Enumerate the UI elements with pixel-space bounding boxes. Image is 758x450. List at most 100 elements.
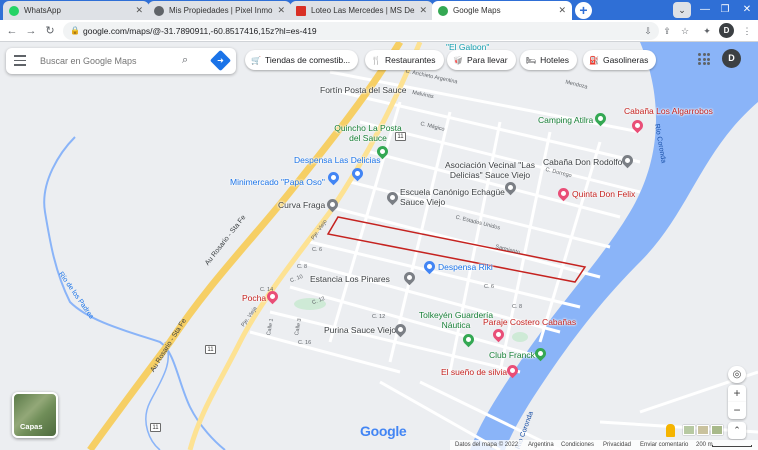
takeout-icon: 🥡 [453,55,463,65]
pegman-icon[interactable] [666,424,675,437]
chip-label: Hoteles [540,55,569,65]
forward-icon[interactable]: → [23,23,39,39]
place-label[interactable]: Cabaña Los Algarrobos [624,106,713,116]
kebab-menu-icon[interactable]: ⋮ [740,24,754,38]
tab-search-icon[interactable]: ⌄ [673,2,691,18]
street-label: C. 8 [512,304,523,310]
place-label[interactable]: El sueño de silvia [441,367,507,377]
close-window-icon[interactable]: ✕ [738,2,756,17]
privacy-link[interactable]: Privacidad [603,442,631,448]
tab-title: Mis Propiedades | Pixel Inmobilia [169,6,273,15]
lock-icon: 🔒 [70,26,80,35]
place-label[interactable]: Minimercado "Papa Oso" [230,177,325,187]
chip-groceries[interactable]: 🛒 Tiendas de comestib... [245,50,359,70]
route-11-shield: 11 [150,423,161,432]
extensions-icon[interactable]: ✦ [700,24,714,38]
back-icon[interactable]: ← [4,23,20,39]
bookmark-star-icon[interactable]: ☆ [678,24,692,38]
address-bar[interactable]: 🔒 google.com/maps/@-31.7890911,-60.85174… [63,22,659,40]
chip-label: Restaurantes [384,55,436,65]
map-graphics [43,42,758,450]
tab-title: Google Maps [453,6,501,15]
zoom-out-button[interactable]: − [728,402,746,419]
zoom-in-button[interactable]: + [728,385,746,402]
globe-icon [154,5,164,16]
account-avatar[interactable]: D [722,49,741,68]
my-location-icon[interactable]: ◎ [728,366,746,383]
place-label[interactable]: Despensa Las Delicias [294,155,380,165]
close-icon[interactable]: ✕ [135,5,143,16]
chip-label: Gasolineras [602,55,649,65]
street-label: C. 16 [298,340,312,346]
place-label[interactable]: Paraje Costero Cabañas [483,317,576,327]
streetview-thumb[interactable] [711,425,723,435]
place-label[interactable]: Quinta Don Felix [572,189,635,199]
chip-takeout[interactable]: 🥡 Para llevar [447,50,516,70]
place-label[interactable]: Club Franck [489,350,535,360]
google-logo: Google [360,423,407,439]
imagery-thumbnails[interactable] [683,425,723,437]
close-icon[interactable]: ✕ [277,5,285,16]
street-label: C. 12 [372,314,386,320]
satellite-thumb[interactable] [697,425,709,435]
close-icon[interactable]: ✕ [419,5,427,16]
place-label[interactable]: Curva Fraga [278,200,325,210]
profile-avatar[interactable]: D [719,23,734,38]
reload-icon[interactable]: ↻ [42,23,58,39]
feedback-link[interactable]: Enviar comentario [640,442,688,448]
place-label[interactable]: Pocha [242,293,266,303]
scale-label: 200 m [696,442,713,448]
search-icon[interactable]: ⌕ [182,54,188,67]
map-canvas[interactable]: C. Anchieto Argentina Malvinas Mendoza C… [0,42,758,450]
tab-whatsapp[interactable]: WhatsApp ✕ [3,1,149,20]
chip-gas-stations[interactable]: ⛽ Gasolineras [583,50,657,70]
hamburger-menu-icon[interactable] [14,55,26,67]
tab-loteo[interactable]: Loteo Las Mercedes | MS Desarr ✕ [290,1,433,20]
place-label[interactable]: Estancia Los Pinares [310,274,390,284]
new-tab-button[interactable]: + [575,2,592,19]
layers-button[interactable]: Capas [12,392,58,438]
place-label[interactable]: Escuela Canónigo Echagüe Sauce Viejo [400,187,505,207]
scale-bar [712,445,752,447]
street-label: C. 6 [312,247,323,253]
search-input[interactable] [40,53,170,69]
install-icon[interactable]: ⇩ [641,24,655,38]
bed-icon: 🛏 [526,55,537,65]
terms-link[interactable]: Condiciones [561,442,594,448]
highway-rosario-santa-fe [87,42,404,450]
route-11-shield: 11 [205,345,216,354]
place-label[interactable]: Cabaña Don Rodolfo [543,157,622,167]
maximize-icon[interactable]: ❐ [716,2,734,17]
browser-toolbar: ← → ↻ 🔒 google.com/maps/@-31.7890911,-60… [0,20,758,42]
park-area-2 [512,332,528,342]
apps-grid-icon[interactable] [698,53,710,65]
minimize-icon[interactable]: — [696,2,714,17]
url-text: google.com/maps/@-31.7890911,-60.8517416… [83,26,317,36]
map-footer: Datos del mapa © 2022 Argentina Condicio… [450,440,758,450]
place-label[interactable]: Quincho La Posta del Sauce [332,123,404,143]
tab-google-maps[interactable]: Google Maps ✕ [432,1,572,20]
street-label: C. 6 [484,284,495,290]
tab-pixel[interactable]: Mis Propiedades | Pixel Inmobilia ✕ [148,1,291,20]
browser-tab-strip: WhatsApp ✕ Mis Propiedades | Pixel Inmob… [0,0,758,20]
share-icon[interactable]: ⇪ [660,24,674,38]
place-label[interactable]: Fortín Posta del Sauce [320,85,406,95]
place-label[interactable]: Camping Atilra [538,115,593,125]
whatsapp-icon [9,5,19,16]
chip-hotels[interactable]: 🛏 Hoteles [520,50,577,70]
chip-label: Tiendas de comestib... [264,55,351,65]
expand-icon[interactable]: ⌃ [728,422,746,439]
place-label[interactable]: Asociación Vecinal "Las Delicias" Sauce … [435,160,545,180]
close-icon[interactable]: ✕ [558,5,566,16]
directions-icon[interactable]: ➜ [209,49,232,72]
chip-restaurants[interactable]: 🍴 Restaurantes [365,50,444,70]
country-link[interactable]: Argentina [528,442,554,448]
place-label[interactable]: Purina Sauce Viejo [324,325,396,335]
search-box: ⌕ ➜ [6,48,236,74]
terrain-thumb[interactable] [683,425,695,435]
ms-logo-icon [296,5,306,16]
place-label[interactable]: Despensa Riki [438,262,493,272]
maps-pin-icon [438,5,448,16]
cart-icon: 🛒 [251,55,261,65]
map-data-credit: Datos del mapa © 2022 [455,442,519,448]
